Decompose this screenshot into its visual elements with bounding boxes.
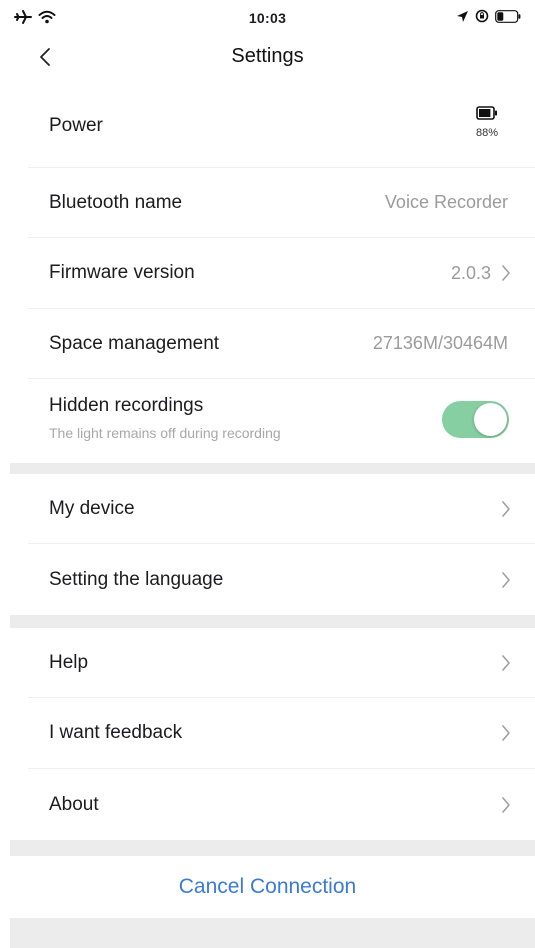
bluetooth-name-row[interactable]: Bluetooth name Voice Recorder bbox=[28, 168, 535, 238]
section-divider bbox=[10, 463, 535, 474]
battery-icon bbox=[495, 9, 521, 28]
status-bar: 10:03 bbox=[0, 0, 535, 36]
power-label: Power bbox=[49, 114, 103, 136]
battery-percent: 88% bbox=[475, 127, 499, 139]
section-divider bbox=[10, 840, 535, 856]
hidden-recordings-label: Hidden recordings bbox=[49, 395, 204, 416]
space-management-value: 27136M/30464M bbox=[372, 333, 508, 353]
location-arrow-icon bbox=[456, 10, 469, 28]
firmware-version-value: 2.0.3 bbox=[450, 262, 491, 283]
firmware-version-label: Firmware version bbox=[49, 262, 195, 283]
about-label: About bbox=[49, 793, 99, 815]
status-time: 10:03 bbox=[248, 10, 287, 26]
my-device-row[interactable]: My device bbox=[28, 474, 535, 544]
about-row[interactable]: About bbox=[28, 769, 535, 840]
toggle-knob bbox=[474, 403, 507, 436]
feedback-label: I want feedback bbox=[49, 722, 183, 743]
help-label: Help bbox=[49, 651, 89, 673]
bluetooth-name-value: Voice Recorder bbox=[384, 192, 508, 212]
bottom-spacer bbox=[10, 918, 535, 948]
chevron-right-icon bbox=[499, 262, 513, 284]
navigation-bar: Settings bbox=[0, 36, 535, 78]
page-title: Settings bbox=[231, 45, 304, 67]
chevron-right-icon bbox=[499, 652, 513, 674]
space-management-label: Space management bbox=[49, 332, 220, 354]
device-battery: 88% bbox=[469, 106, 505, 146]
setting-language-label: Setting the language bbox=[49, 568, 224, 590]
my-device-label: My device bbox=[49, 497, 135, 519]
chevron-right-icon bbox=[499, 794, 513, 816]
chevron-right-icon bbox=[499, 722, 513, 744]
hidden-recordings-description: The light remains off during recording bbox=[49, 425, 281, 441]
help-row[interactable]: Help bbox=[28, 628, 535, 698]
power-row: Power 88% bbox=[28, 84, 535, 168]
hidden-recordings-toggle[interactable] bbox=[442, 401, 509, 438]
bluetooth-name-label: Bluetooth name bbox=[49, 191, 183, 213]
status-right-icons bbox=[456, 9, 521, 28]
firmware-version-row[interactable]: Firmware version 2.0.3 bbox=[28, 238, 535, 309]
chevron-right-icon bbox=[499, 498, 513, 520]
chevron-right-icon bbox=[499, 569, 513, 591]
rotation-lock-icon bbox=[475, 9, 489, 28]
battery-level-icon bbox=[476, 106, 497, 120]
space-management-row[interactable]: Space management 27136M/30464M bbox=[28, 309, 535, 379]
settings-screen: 10:03 Settings Power 88% Bluetooth name … bbox=[0, 0, 535, 948]
feedback-row[interactable]: I want feedback bbox=[28, 698, 535, 769]
setting-language-row[interactable]: Setting the language bbox=[28, 544, 535, 615]
hidden-recordings-row: Hidden recordings The light remains off … bbox=[28, 379, 535, 463]
cancel-connection-button[interactable]: Cancel Connection bbox=[0, 856, 535, 918]
section-divider bbox=[10, 615, 535, 628]
